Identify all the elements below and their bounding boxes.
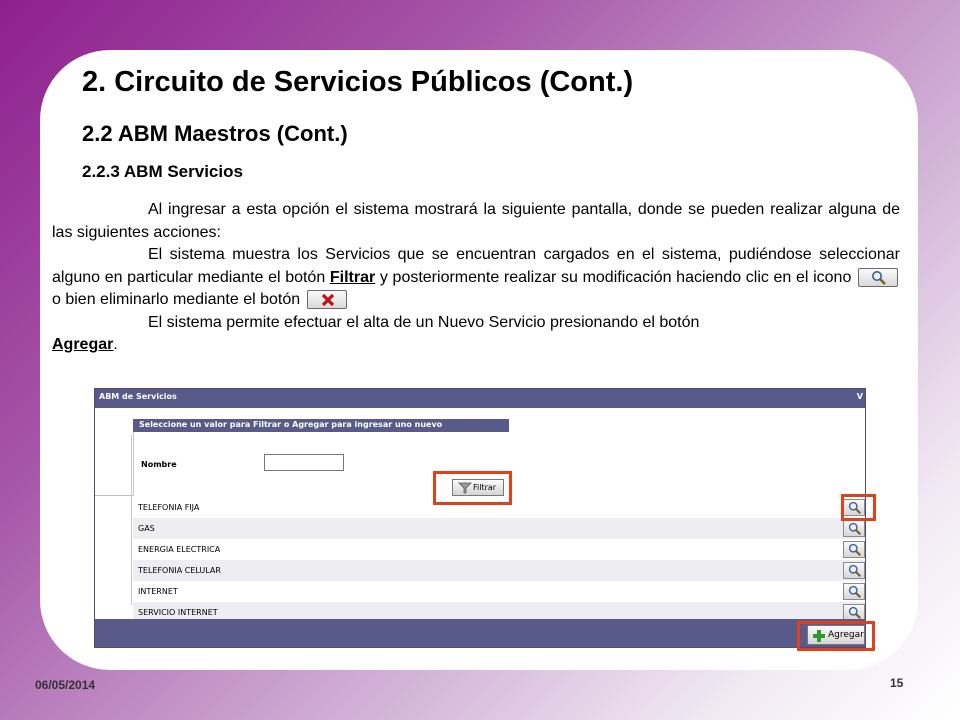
list-item[interactable]: TELEFONIA CELULAR <box>133 560 865 581</box>
paragraph-1-text: Al ingresar a esta opción el sistema mos… <box>52 201 900 241</box>
slide-subtitle: 2.2 ABM Maestros (Cont.) <box>82 121 348 146</box>
services-list: TELEFONIA FIJA GAS ENERGIA ELECTRICA TEL… <box>95 497 865 623</box>
list-item[interactable]: GAS <box>133 518 865 539</box>
magnifier-icon <box>848 606 861 619</box>
app-footer-bar <box>95 619 865 647</box>
magnifier-icon <box>858 267 898 287</box>
edit-button[interactable] <box>843 562 865 579</box>
paragraph-3-tail: Agregar. <box>52 334 900 357</box>
list-item-label: TELEFONIA CELULAR <box>138 566 221 575</box>
filtrar-reference: Filtrar <box>329 268 376 286</box>
abm-servicios-screenshot: ABM de Servicios V Seleccione un valor p… <box>94 388 866 648</box>
footer-date: 06/05/2014 <box>35 678 96 692</box>
app-titlebar: ABM de Servicios V <box>95 389 865 408</box>
agregar-reference: Agregar <box>52 336 114 353</box>
paragraph-3-text: El sistema permite efectuar el alta de u… <box>148 313 700 331</box>
edit-highlight-box <box>841 494 876 521</box>
edit-button[interactable] <box>843 541 865 558</box>
page-number: 15 <box>890 676 904 690</box>
edit-button[interactable] <box>843 583 865 600</box>
app-title: ABM de Servicios <box>99 392 177 401</box>
filtrar-highlight-box <box>433 471 512 505</box>
paragraph-2-text-b: y posteriormente realizar su modificació… <box>375 268 856 286</box>
section-heading: 2.2.3 ABM Servicios <box>82 162 243 181</box>
paragraph-3-end: . <box>113 336 118 353</box>
list-item-label: ENERGIA ELECTRICA <box>138 545 221 554</box>
list-item-label: TELEFONIA FIJA <box>138 503 200 512</box>
red-x-icon <box>306 290 347 309</box>
paragraph-1: Al ingresar a esta opción el sistema mos… <box>52 199 900 244</box>
paragraph-2: El sistema muestra los Servicios que se … <box>52 244 900 312</box>
filter-header: Seleccione un valor para Filtrar o Agreg… <box>133 419 509 432</box>
magnifier-icon <box>848 543 861 556</box>
app-corner-text: V <box>856 392 863 401</box>
agregar-highlight-box <box>797 621 875 651</box>
magnifier-icon <box>848 564 861 577</box>
paragraph-2-text-c: o bien eliminarlo mediante el botón <box>52 291 305 308</box>
list-item[interactable]: ENERGIA ELECTRICA <box>133 539 865 560</box>
paragraph-3: El sistema permite efectuar el alta de u… <box>52 312 900 335</box>
slide-title: 2. Circuito de Servicios Públicos (Cont.… <box>82 66 634 98</box>
list-item-label: SERVICIO INTERNET <box>138 608 218 617</box>
body-text: Al ingresar a esta opción el sistema mos… <box>52 199 900 357</box>
nombre-label: Nombre <box>141 460 177 469</box>
list-item-label: INTERNET <box>138 587 178 596</box>
edit-button[interactable] <box>843 520 865 537</box>
nombre-input[interactable] <box>264 454 344 471</box>
magnifier-icon <box>848 585 861 598</box>
list-item[interactable]: INTERNET <box>133 581 865 602</box>
magnifier-icon <box>848 522 861 535</box>
list-item-label: GAS <box>138 524 155 533</box>
